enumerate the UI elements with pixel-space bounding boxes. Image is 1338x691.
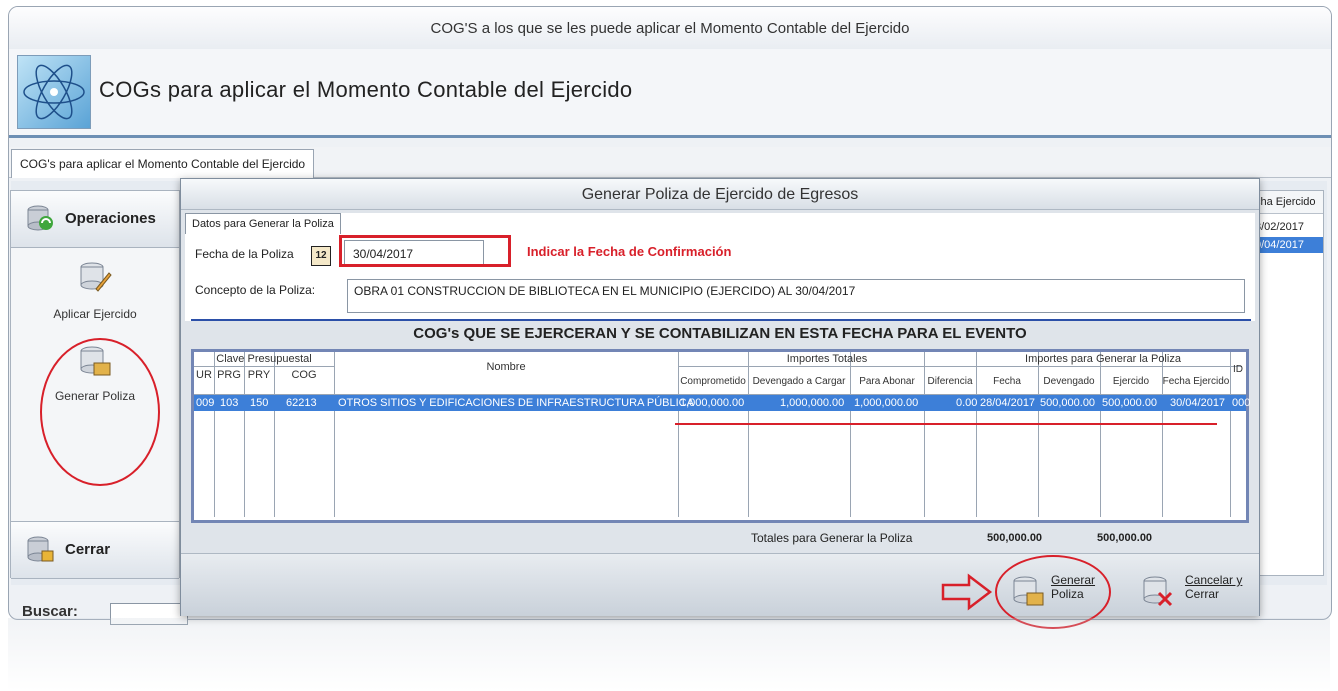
- totals-label: Totales para Generar la Poliza: [751, 531, 913, 545]
- background-grid-row[interactable]: 3/02/2017: [1251, 221, 1323, 235]
- tab-datos-poliza[interactable]: Datos para Generar la Poliza: [185, 213, 341, 234]
- tab-cogs-ejercido[interactable]: COG's para aplicar el Momento Contable d…: [11, 149, 315, 178]
- arrow-right-icon: [941, 573, 993, 611]
- operations-header[interactable]: Operaciones: [11, 191, 179, 248]
- col-nombre[interactable]: Nombre: [334, 361, 678, 373]
- apply-ejercido-label: Aplicar Ejercido: [53, 307, 137, 321]
- tab-strip: COG's para aplicar el Momento Contable d…: [9, 147, 1331, 178]
- col-fecha-ejercido[interactable]: Fecha Ejercido: [1162, 376, 1230, 387]
- col-comprometido[interactable]: Comprometido: [678, 376, 748, 387]
- cell-para-abonar: 1,000,000.00: [854, 397, 919, 409]
- database-lock-icon: [27, 536, 54, 562]
- col-pry[interactable]: PRY: [244, 369, 274, 381]
- header-clave: Clave Presupuestal: [216, 353, 312, 365]
- col-ejercido[interactable]: Ejercido: [1100, 376, 1162, 387]
- cog-grid: Clave Presupuestal Importes Totales Impo…: [191, 349, 1250, 523]
- total-ejercido: 500,000.00: [1097, 532, 1153, 544]
- cell-fecha-ejercido: 30/04/2017: [1170, 397, 1226, 409]
- cell-diferencia: 0.00: [956, 397, 978, 409]
- col-id[interactable]: ID: [1230, 364, 1246, 375]
- background-grid-row-selected[interactable]: 0/04/2017: [1251, 237, 1323, 253]
- cell-devengado: 500,000.00: [1040, 397, 1096, 409]
- header-band: COGs para aplicar el Momento Contable de…: [9, 49, 1331, 138]
- highlight-circle-nav: [40, 338, 160, 486]
- database-refresh-icon: [27, 205, 53, 231]
- col-para-abonar[interactable]: Para Abonar: [850, 376, 924, 387]
- close-label: Cerrar: [65, 541, 111, 558]
- close-nav-button[interactable]: Cerrar: [11, 521, 179, 579]
- db-edit-icon: [78, 259, 112, 293]
- date-label: Fecha de la Poliza: [195, 247, 294, 261]
- background-grid-header: cha Ejercido: [1251, 191, 1323, 214]
- col-fecha[interactable]: Fecha: [976, 376, 1038, 387]
- date-highlight-box: [339, 235, 511, 267]
- col-prg[interactable]: PRG: [214, 369, 244, 381]
- cell-ejercido: 500,000.00: [1102, 397, 1158, 409]
- grid-heading: COG's QUE SE EJERCERAN Y SE CONTABILIZAN…: [413, 325, 1027, 342]
- col-cog[interactable]: COG: [274, 369, 334, 381]
- cancel-line1: Cancelar y: [1185, 573, 1243, 587]
- red-underline: [675, 423, 1217, 425]
- cell-devengado-cargar: 1,000,000.00: [780, 397, 845, 409]
- operations-label: Operaciones: [65, 210, 156, 227]
- cell-pry: 150: [250, 397, 269, 409]
- cell-id: 000: [1232, 397, 1251, 409]
- window-reflection: [8, 618, 1330, 691]
- table-row-selected[interactable]: 009 103 150 62213 OTROS SITIOS Y EDIFICA…: [194, 395, 1250, 411]
- atom-logo-icon: [17, 55, 91, 129]
- db-cancel-icon: [1143, 576, 1173, 607]
- col-diferencia[interactable]: Diferencia: [924, 376, 976, 387]
- concept-label: Concepto de la Poliza:: [195, 283, 316, 297]
- generate-poliza-dialog: Generar Poliza de Ejercido de Egresos Da…: [180, 178, 1260, 629]
- concept-field[interactable]: OBRA 01 CONSTRUCCION DE BIBLIOTECA EN EL…: [347, 279, 1245, 313]
- cell-ur: 009: [196, 397, 215, 409]
- header-importes-totales: Importes Totales: [786, 353, 868, 365]
- apply-ejercido-button[interactable]: Aplicar Ejercido: [11, 259, 179, 321]
- cell-nombre: OTROS SITIOS Y EDIFICACIONES DE INFRAEST…: [338, 397, 694, 409]
- cancel-close-label: Cancelar y Cerrar: [1185, 573, 1242, 601]
- annotation-text: Indicar la Fecha de Confirmación: [527, 244, 732, 259]
- cancel-close-button[interactable]: Cancelar y Cerrar: [1141, 573, 1245, 609]
- cell-prg: 103: [220, 397, 239, 409]
- cell-comprometido: 1,000,000.00: [680, 397, 745, 409]
- cell-cog: 62213: [286, 397, 317, 409]
- dialog-title: Generar Poliza de Ejercido de Egresos: [181, 179, 1259, 210]
- calendar-icon[interactable]: 12: [311, 246, 331, 266]
- total-devengado: 500,000.00: [987, 532, 1043, 544]
- cell-fecha: 28/04/2017: [980, 397, 1036, 409]
- window-title: COG'S a los que se les puede aplicar el …: [9, 7, 1331, 49]
- col-devengado-cargar[interactable]: Devengado a Cargar: [748, 376, 850, 387]
- page-title: COGs para aplicar el Momento Contable de…: [99, 77, 633, 102]
- cancel-line2: Cerrar: [1185, 587, 1220, 601]
- header-importes-poliza: Importes para Generar la Poliza: [1025, 353, 1181, 365]
- separator: [191, 319, 1251, 321]
- col-ur[interactable]: UR: [194, 369, 214, 381]
- col-devengado[interactable]: Devengado: [1038, 376, 1100, 387]
- background-grid: cha Ejercido 3/02/2017 0/04/2017: [1250, 190, 1324, 576]
